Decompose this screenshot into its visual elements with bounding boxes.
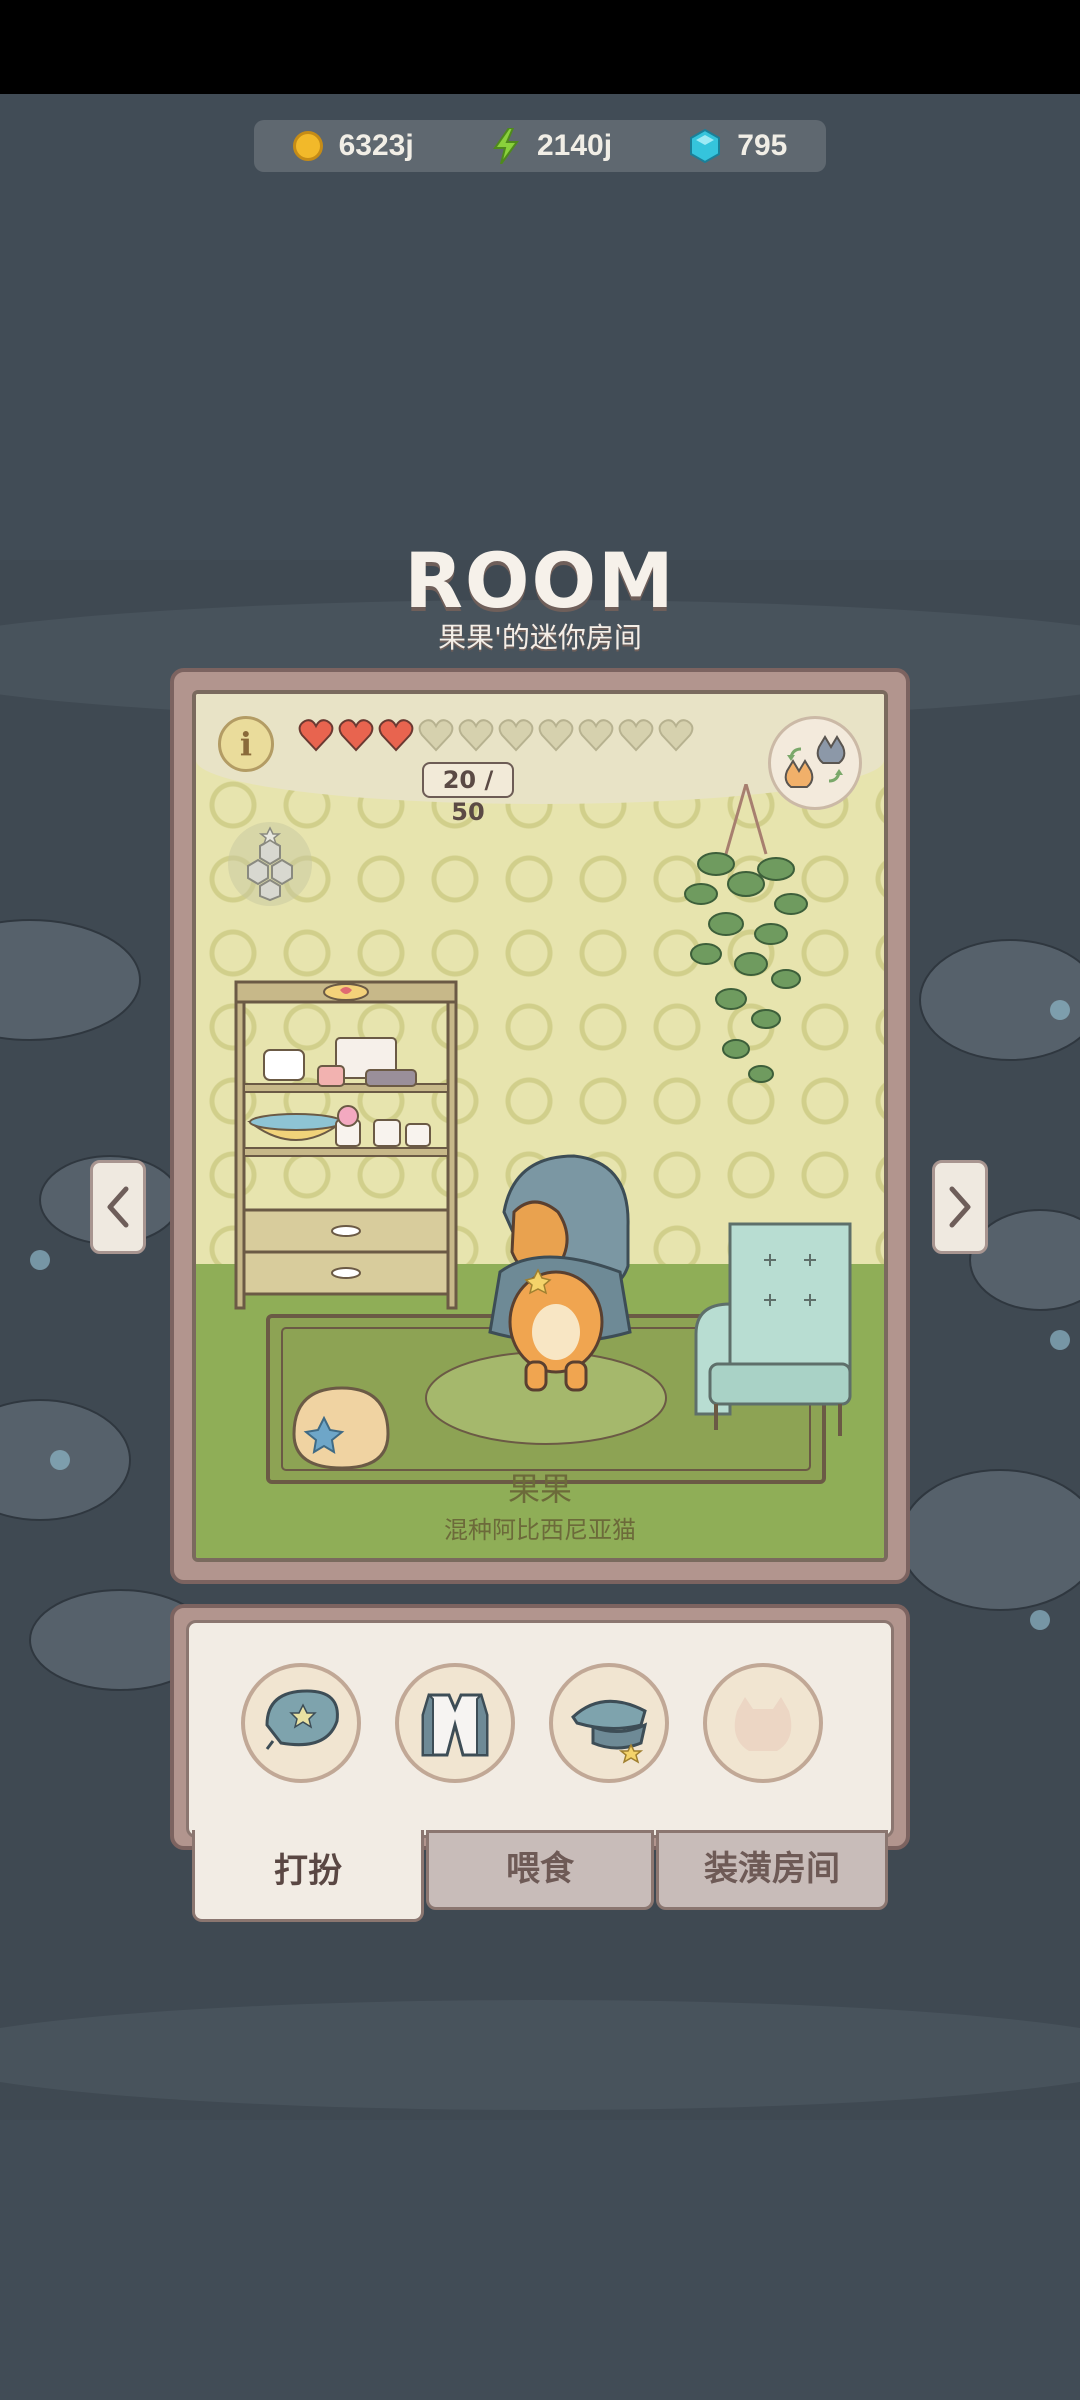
coin-value: 6323j bbox=[338, 129, 414, 162]
kitchen-shelf bbox=[234, 980, 458, 1310]
honeycomb-graphic bbox=[247, 826, 293, 902]
tab-dress-up[interactable]: 打扮 bbox=[192, 1830, 424, 1922]
lightning-icon bbox=[493, 128, 519, 164]
heart-empty-icon bbox=[658, 719, 694, 752]
item-slot-cap[interactable] bbox=[549, 1663, 669, 1783]
currency-bar: 6323j 2140j 795 bbox=[254, 120, 826, 172]
locked-cat-icon bbox=[734, 1697, 792, 1751]
armchair bbox=[694, 1222, 852, 1436]
coin-counter: 6323j bbox=[292, 129, 414, 163]
chevron-left-icon bbox=[107, 1186, 129, 1228]
bottom-tabs: 打扮 喂食 装潢房间 bbox=[192, 1830, 890, 1922]
room-title: ROOM bbox=[404, 536, 676, 625]
cap-icon bbox=[571, 1699, 648, 1764]
coin-icon bbox=[292, 131, 323, 161]
room-subtitle: 果果'的迷你房间 bbox=[438, 621, 642, 654]
gem-value: 795 bbox=[737, 129, 788, 162]
gem-icon bbox=[690, 129, 721, 163]
chevron-right-icon bbox=[949, 1186, 971, 1228]
hanging-plant bbox=[684, 784, 808, 1083]
next-room-button[interactable] bbox=[932, 1160, 988, 1254]
item-slot-beret[interactable] bbox=[241, 1663, 361, 1783]
cat-character[interactable] bbox=[464, 1152, 644, 1402]
energy-value: 2140j bbox=[536, 129, 613, 162]
heart-filled-icon bbox=[378, 719, 414, 752]
cat-breed: 混种阿比西尼亚猫 bbox=[444, 1516, 636, 1544]
item-tray bbox=[186, 1620, 894, 1838]
heart-empty-icon bbox=[498, 719, 534, 752]
cat-name: 果果 bbox=[507, 1470, 572, 1508]
tab-feed[interactable]: 喂食 bbox=[426, 1830, 654, 1910]
honeycomb-icon[interactable] bbox=[228, 822, 312, 906]
previous-room-button[interactable] bbox=[90, 1160, 146, 1254]
vest-icon bbox=[421, 1693, 489, 1757]
affection-count: 20 / 50 bbox=[422, 762, 514, 826]
heart-empty-icon bbox=[458, 719, 494, 752]
customize-panel bbox=[170, 1604, 910, 1850]
heart-empty-icon bbox=[418, 719, 454, 752]
heart-empty-icon bbox=[618, 719, 654, 752]
heart-filled-icon bbox=[298, 719, 334, 752]
affection-hearts bbox=[298, 718, 694, 752]
info-button[interactable]: i bbox=[218, 716, 274, 772]
item-slot-empty[interactable] bbox=[703, 1663, 823, 1783]
energy-counter: 2140j bbox=[491, 128, 612, 164]
heart-empty-icon bbox=[578, 719, 614, 752]
item-slot-vest[interactable] bbox=[395, 1663, 515, 1783]
heart-filled-icon bbox=[338, 719, 374, 752]
gem-counter: 795 bbox=[689, 129, 787, 163]
room-scene: i 20 / 50 果果 混种阿比西尼亚猫 bbox=[192, 690, 888, 1562]
tab-decorate[interactable]: 装潢房间 bbox=[656, 1830, 888, 1910]
heart-empty-icon bbox=[538, 719, 574, 752]
backpack bbox=[292, 1386, 390, 1470]
room-frame: i 20 / 50 果果 混种阿比西尼亚猫 bbox=[170, 668, 910, 1584]
beret-icon bbox=[265, 1689, 339, 1750]
status-bar bbox=[0, 0, 1080, 94]
